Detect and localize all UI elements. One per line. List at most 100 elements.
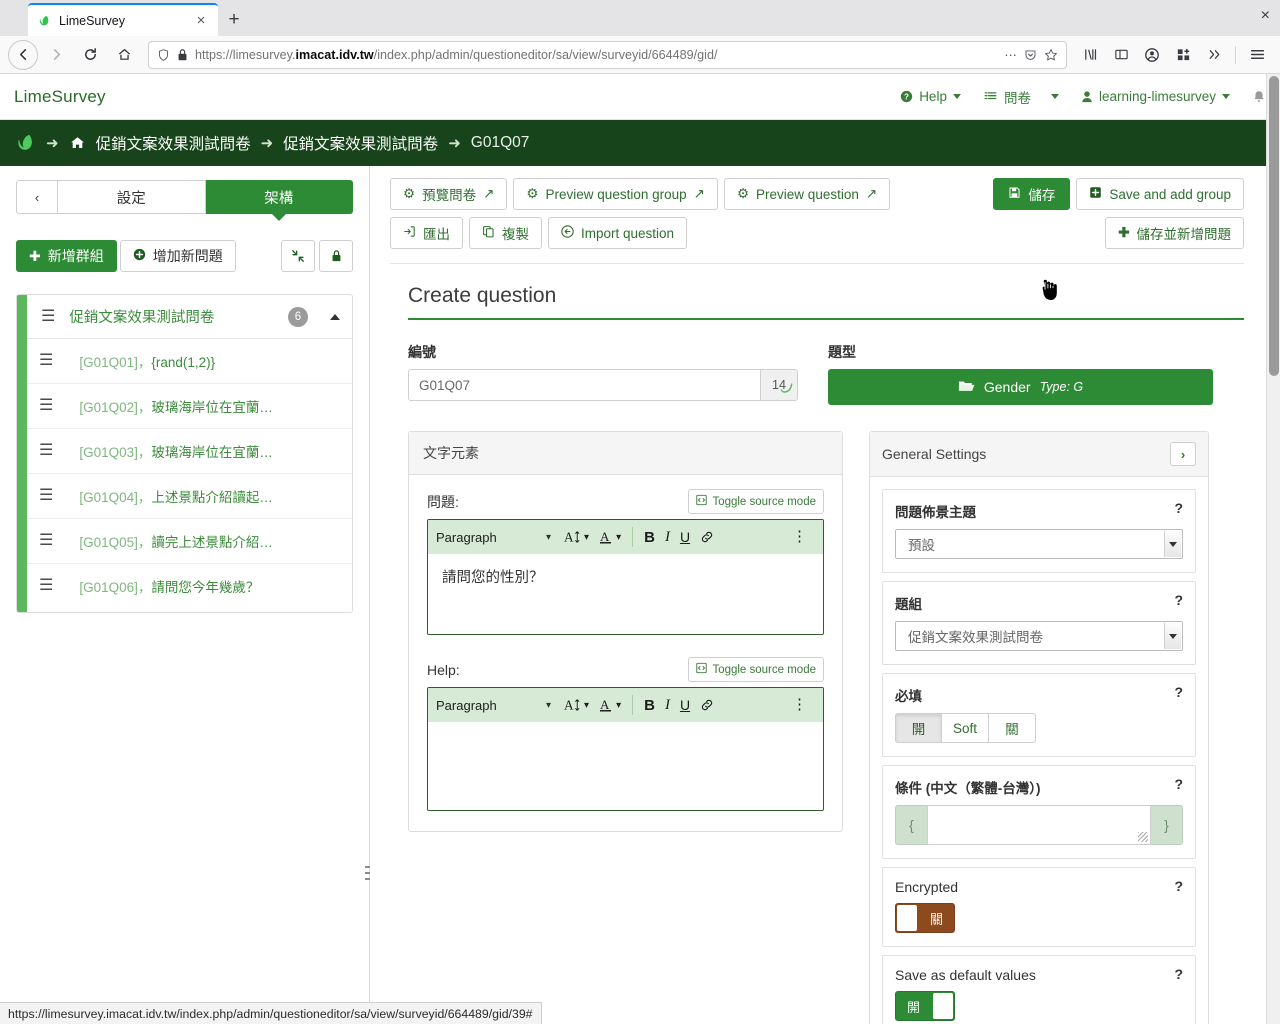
help-marker-icon[interactable]: ?: [1174, 776, 1183, 792]
browser-tab[interactable]: LimeSurvey ×: [28, 3, 218, 36]
close-icon[interactable]: ×: [192, 12, 210, 30]
tab-structure[interactable]: 架構: [205, 180, 353, 214]
save-button[interactable]: 儲存: [993, 178, 1071, 210]
settings-collapse-button[interactable]: ›: [1170, 442, 1196, 466]
list-item[interactable]: ☰ [G01Q04]，上述景點介紹讀起…: [27, 474, 352, 519]
drag-handle-icon[interactable]: ☰: [39, 353, 53, 369]
link-button[interactable]: [695, 698, 719, 712]
font-size-button[interactable]: A ▾: [559, 697, 594, 713]
ellipsis-icon[interactable]: ⋯: [1004, 47, 1017, 62]
save-and-add-question-button[interactable]: ✚ 儲存並新增問題: [1105, 217, 1244, 249]
toggle-source-mode-button-question[interactable]: Toggle source mode: [688, 489, 824, 514]
list-item[interactable]: ☰ [G01Q05]，讀完上述景點介紹…: [27, 519, 352, 564]
new-tab-button[interactable]: +: [218, 3, 250, 36]
account-icon[interactable]: [1137, 40, 1167, 70]
list-item[interactable]: ☰ [G01Q03]，玻璃海岸位在宜蘭…: [27, 429, 352, 474]
star-icon[interactable]: [1044, 48, 1058, 62]
save-default-toggle[interactable]: 開: [895, 991, 955, 1021]
italic-button[interactable]: I: [660, 529, 675, 546]
import-question-button[interactable]: Import question: [548, 217, 688, 249]
paragraph-format-select[interactable]: Paragraph: [436, 698, 546, 713]
list-item[interactable]: ☰ [G01Q06]，請問您今年幾歲？: [27, 564, 352, 608]
copy-button[interactable]: 複製: [469, 217, 542, 249]
app-menu-icon[interactable]: [1242, 40, 1272, 70]
question-entry[interactable]: [G01Q05]，讀完上述景點介紹…: [79, 531, 273, 551]
group-select[interactable]: 促銷文案效果測試問卷: [895, 621, 1183, 651]
breadcrumb-item-survey[interactable]: 促銷文案效果測試問卷: [96, 132, 251, 154]
list-item[interactable]: ☰ [G01Q01]，{rand(1,2)}: [27, 339, 352, 384]
tab-settings[interactable]: 設定: [58, 180, 206, 214]
breadcrumb-logo-icon[interactable]: [14, 132, 36, 154]
home-button[interactable]: [108, 40, 140, 70]
app-brand[interactable]: LimeSurvey: [14, 87, 106, 107]
back-button[interactable]: [8, 39, 38, 70]
page-scrollbar[interactable]: [1266, 74, 1280, 1024]
preview-question-button[interactable]: ⚙ Preview question ↗: [723, 178, 891, 210]
drag-handle-icon[interactable]: ☰: [39, 398, 53, 414]
question-code-input[interactable]: [408, 369, 760, 401]
help-marker-icon[interactable]: ?: [1174, 592, 1183, 608]
sidebar-collapse-button[interactable]: ‹: [16, 180, 58, 214]
question-type-selector[interactable]: Gender Type: G: [828, 369, 1213, 405]
address-bar[interactable]: https://limesurvey.imacat.idv.tw/index.p…: [148, 40, 1067, 69]
forward-button[interactable]: [40, 40, 72, 70]
question-entry[interactable]: [G01Q01]，{rand(1,2)}: [79, 351, 215, 371]
question-entry[interactable]: [G01Q02]，玻璃海岸位在宜蘭…: [79, 396, 273, 416]
encrypted-toggle[interactable]: 關: [895, 903, 955, 933]
pocket-icon[interactable]: [1024, 48, 1037, 62]
help-marker-icon[interactable]: ?: [1174, 500, 1183, 516]
mandatory-option-soft[interactable]: Soft: [942, 713, 989, 743]
toggle-source-mode-button-help[interactable]: Toggle source mode: [688, 657, 824, 682]
question-entry[interactable]: [G01Q03]，玻璃海岸位在宜蘭…: [79, 441, 273, 461]
drag-handle-icon[interactable]: ☰: [39, 488, 53, 504]
add-group-button[interactable]: ✚ 新增群組: [16, 240, 117, 272]
link-button[interactable]: [695, 530, 719, 544]
font-size-button[interactable]: A ▾: [559, 529, 594, 545]
group-title[interactable]: 促銷文案效果測試問卷: [69, 306, 274, 327]
help-editor-content[interactable]: [428, 722, 823, 810]
question-entry[interactable]: [G01Q04]，上述景點介紹讀起…: [79, 486, 273, 506]
help-marker-icon[interactable]: ?: [1174, 966, 1183, 982]
help-marker-icon[interactable]: ?: [1174, 684, 1183, 700]
surveys-menu[interactable]: 問卷: [983, 87, 1059, 107]
preview-question-group-button[interactable]: ⚙ Preview question group ↗: [513, 178, 718, 210]
sidebar-icon[interactable]: [1106, 40, 1136, 70]
question-editor-content[interactable]: 請問您的性別？: [428, 554, 823, 634]
library-icon[interactable]: [1075, 40, 1105, 70]
collapse-arrows-icon[interactable]: [281, 240, 315, 272]
drag-handle-icon[interactable]: ☰: [39, 533, 53, 549]
text-color-button[interactable]: A ▾: [594, 697, 626, 713]
group-header[interactable]: ☰ 促銷文案效果測試問卷 6: [17, 295, 352, 339]
lock-icon[interactable]: [319, 240, 353, 272]
window-close-button[interactable]: ×: [1261, 8, 1270, 24]
notifications-bell-icon[interactable]: [1252, 89, 1266, 104]
condition-input[interactable]: [927, 805, 1151, 845]
extensions-icon[interactable]: [1168, 40, 1198, 70]
help-marker-icon[interactable]: ?: [1174, 878, 1183, 894]
theme-select[interactable]: 預設: [895, 529, 1183, 559]
overflow-icon[interactable]: [1199, 40, 1229, 70]
bold-button[interactable]: B: [639, 529, 660, 546]
mandatory-option-off[interactable]: 關: [989, 713, 1036, 743]
export-button[interactable]: 匯出: [390, 217, 463, 249]
drag-handle-icon[interactable]: ☰: [39, 578, 53, 594]
breadcrumb-item-group[interactable]: 促銷文案效果測試問卷: [283, 132, 438, 154]
question-entry[interactable]: [G01Q06]，請問您今年幾歲？: [79, 576, 259, 596]
mandatory-option-on[interactable]: 開: [895, 713, 942, 743]
text-color-button[interactable]: A ▾: [594, 529, 626, 545]
user-menu[interactable]: learning-limesurvey: [1081, 89, 1230, 104]
resize-grip-icon[interactable]: [1138, 832, 1148, 842]
preview-survey-button[interactable]: ⚙ 預覽問卷 ↗: [390, 178, 508, 210]
chevron-down-icon[interactable]: ▾: [546, 532, 551, 543]
chevron-down-icon[interactable]: ▾: [546, 700, 551, 711]
home-icon[interactable]: [69, 135, 86, 151]
shield-icon[interactable]: [157, 48, 170, 62]
more-options-icon[interactable]: ⋮: [784, 697, 815, 711]
italic-button[interactable]: I: [660, 697, 675, 714]
help-menu[interactable]: ? Help: [900, 89, 961, 104]
underline-button[interactable]: U: [675, 697, 695, 713]
reload-button[interactable]: [74, 40, 106, 70]
drag-handle-icon[interactable]: ☰: [39, 443, 53, 459]
chevron-up-icon[interactable]: [330, 313, 340, 320]
save-and-add-group-button[interactable]: Save and add group: [1076, 178, 1244, 210]
